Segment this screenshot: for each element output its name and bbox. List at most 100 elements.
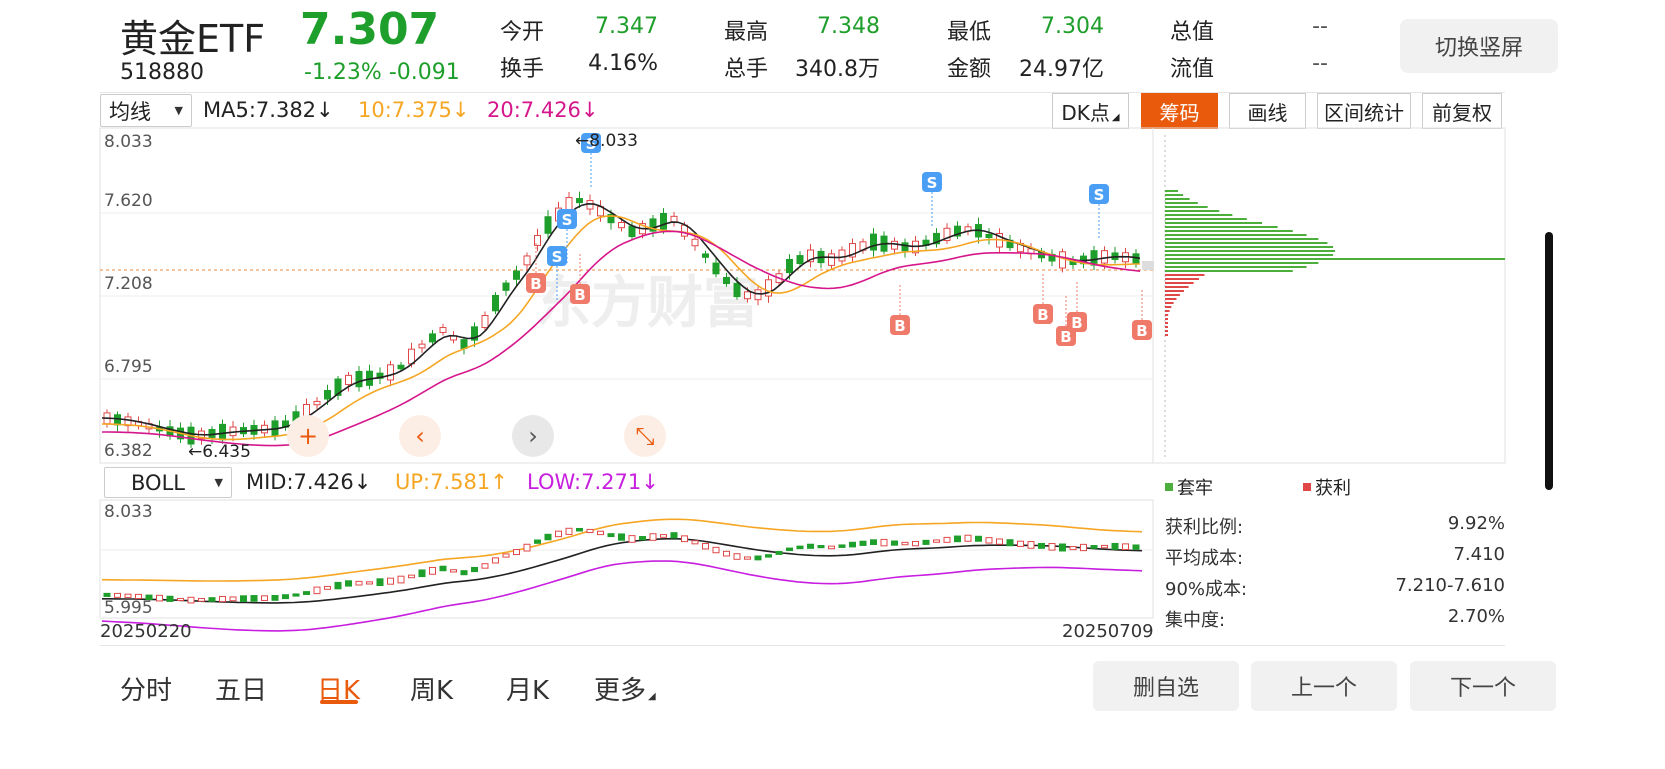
candle-body <box>744 291 751 300</box>
boll-candle-body <box>1038 542 1045 549</box>
chip-bar <box>1165 282 1194 284</box>
tab-monthly-k[interactable]: 月K <box>506 670 549 707</box>
boll-candle-body <box>838 544 846 548</box>
boll-candle-body <box>933 539 940 543</box>
chevron-left-icon[interactable]: ‹ <box>415 422 425 450</box>
candle-body <box>114 414 121 426</box>
boll-select[interactable]: BOLL ▼ <box>104 467 232 498</box>
stat-concentration-label: 集中度: <box>1165 610 1226 631</box>
chip-bar <box>1165 258 1505 260</box>
boll-candle-body <box>1017 540 1024 547</box>
boll-candle-body <box>177 597 184 602</box>
chip-bar <box>1165 238 1319 240</box>
sub-y-tick-label: 5.995 <box>104 598 153 618</box>
zoom-in-icon[interactable]: + <box>298 422 318 450</box>
buy-signal-badge: B <box>1037 306 1048 324</box>
boll-candle-body <box>523 543 531 552</box>
boll-up: UP:7.581↑ <box>395 470 508 494</box>
y-tick-label: 7.208 <box>104 274 153 294</box>
candle-body <box>754 289 762 301</box>
boll-candle-body <box>250 595 258 602</box>
boll-candle-body <box>733 553 741 560</box>
tab-more[interactable]: 更多 ◢ <box>594 670 656 707</box>
chart-controls[interactable]: + ‹ › ⤡ <box>287 415 666 457</box>
boll-candle-body <box>261 595 268 601</box>
active-tab-indicator <box>320 700 358 704</box>
chip-bar <box>1165 190 1178 192</box>
chip-bar <box>1165 290 1184 292</box>
boll-candle-body <box>103 592 111 597</box>
candle-body <box>628 225 636 238</box>
boll-candle-body <box>418 569 426 578</box>
sell-signal-badge: S <box>927 174 938 192</box>
boll-candle-body <box>1048 543 1056 551</box>
chip-bar <box>1165 294 1180 296</box>
boll-candle-body <box>366 581 373 585</box>
boll-candle-body <box>702 543 709 550</box>
boll-candle-body <box>145 594 153 601</box>
boll-candle-body <box>775 550 783 555</box>
boll-candle-body <box>1111 542 1119 550</box>
boll-select-label: BOLL <box>131 470 185 495</box>
y-tick-label: 8.033 <box>104 132 153 152</box>
chip-bar <box>1165 334 1168 336</box>
chevron-right-icon[interactable]: › <box>528 422 538 450</box>
kline-chart[interactable]: 东方财富 SSSSSBBBBBB B 8.0337.6207.2086.7956.… <box>0 0 1665 769</box>
candle-body <box>712 262 720 275</box>
candle-body <box>208 429 216 438</box>
boll-candle-body <box>282 594 289 600</box>
chip-bar <box>1165 318 1168 320</box>
buy-signal-badge: B <box>1136 322 1147 340</box>
candle-body <box>534 234 541 246</box>
boll-candle-body <box>723 550 730 557</box>
date-end: 20250709 <box>1062 621 1154 642</box>
boll-candle-body <box>1090 545 1098 549</box>
chip-bar <box>1165 266 1307 268</box>
caret-down-icon: ▼ <box>214 476 223 489</box>
remove-watchlist-button[interactable]: 删自选 <box>1093 661 1239 711</box>
next-button[interactable]: 下一个 <box>1410 661 1556 711</box>
tab-intraday[interactable]: 分时 <box>120 670 172 707</box>
boll-candle-body <box>324 585 331 590</box>
chip-bar <box>1165 230 1293 232</box>
scrollbar-thumb[interactable] <box>1545 232 1553 490</box>
tab-weekly-k[interactable]: 周K <box>410 670 453 707</box>
chip-bar <box>1165 202 1198 204</box>
boll-candle-body <box>922 539 930 545</box>
boll-candle-body <box>408 574 415 579</box>
chip-bar <box>1165 330 1168 332</box>
chip-bar <box>1165 274 1205 276</box>
ma20-line <box>102 230 1141 447</box>
sub-frame <box>99 499 1154 619</box>
stat-90-cost-value: 7.210-7.610 <box>1395 575 1505 596</box>
boll-candle-body <box>229 596 237 602</box>
previous-button[interactable]: 上一个 <box>1251 661 1397 711</box>
legend-trapped: 套牢 <box>1165 474 1213 500</box>
tab-five-day[interactable]: 五日 <box>215 670 267 707</box>
sub-y-tick-label: 8.033 <box>104 502 153 522</box>
chip-bar <box>1165 242 1328 244</box>
boll-candle-body <box>1059 543 1066 552</box>
main-grid <box>99 127 1506 464</box>
chip-bar <box>1165 306 1172 308</box>
boll-candle-body <box>565 527 573 535</box>
buy-signal-badge: B <box>894 317 905 335</box>
boll-candle-body <box>345 580 352 587</box>
boll-candle-body <box>786 547 793 552</box>
boll-candle-body <box>271 594 279 601</box>
buy-signal-badge: B <box>530 275 541 293</box>
boll-candle-body <box>891 540 898 546</box>
bottom-divider <box>100 645 1505 646</box>
chip-bar <box>1165 314 1169 316</box>
shrink-icon[interactable]: ⤡ <box>635 422 654 450</box>
candle-body <box>418 343 426 349</box>
stat-profit-ratio-label: 获利比例: <box>1165 517 1244 538</box>
candle-body <box>796 255 804 265</box>
candle-body <box>891 240 898 250</box>
boll-chart: 8.033 5.995 <box>99 499 1154 632</box>
candle-body <box>691 238 699 247</box>
price-marker <box>1142 261 1154 270</box>
boll-candle-body <box>765 554 772 558</box>
candle-body <box>702 253 709 258</box>
boll-candle-body <box>1069 546 1077 551</box>
